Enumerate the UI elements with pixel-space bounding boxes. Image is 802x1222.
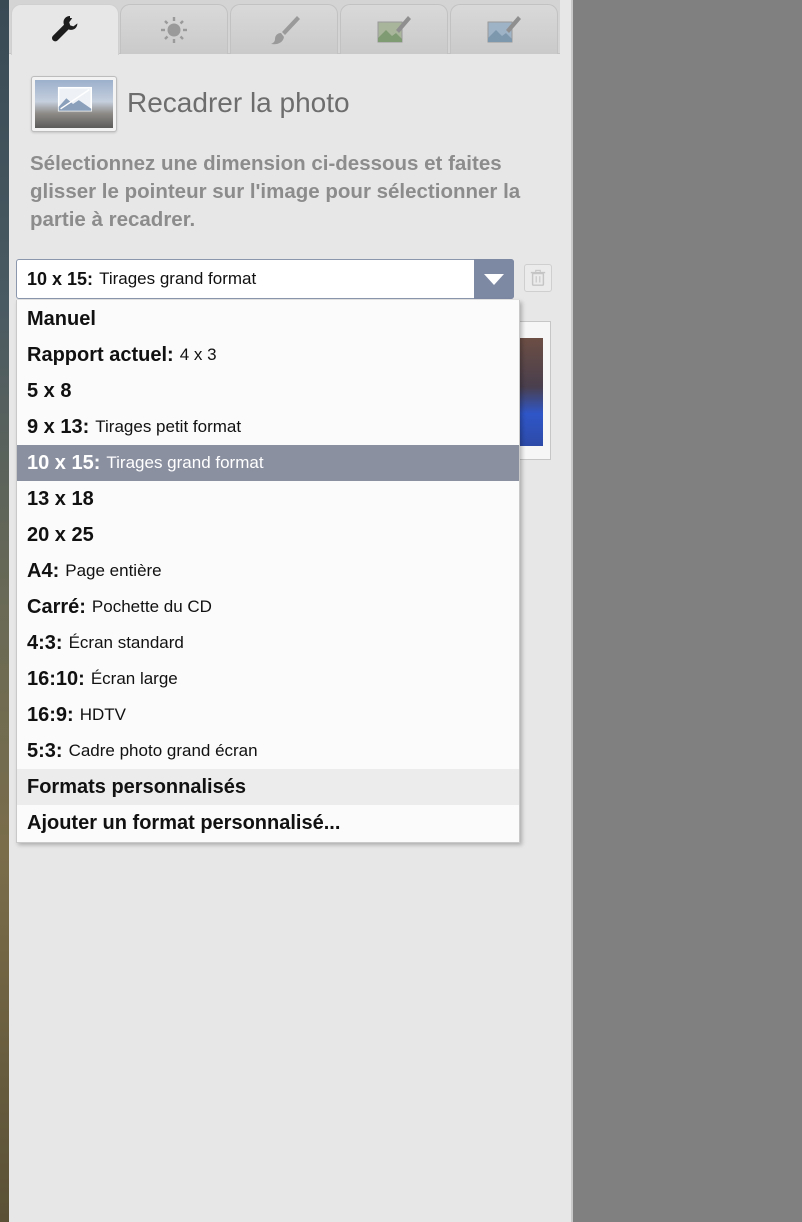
menu-item-20x25[interactable]: 20 x 25 — [17, 517, 519, 553]
crop-size-select[interactable]: 10 x 15: Tirages grand format — [16, 259, 514, 299]
chevron-down-icon — [484, 273, 504, 285]
tab-brush[interactable] — [230, 4, 338, 54]
dropdown-arrow-button[interactable] — [474, 259, 514, 299]
trash-icon — [530, 269, 546, 286]
sun-icon — [161, 16, 187, 43]
brush-icon — [271, 15, 300, 44]
menu-item-16-9[interactable]: 16:9: HDTV — [17, 697, 519, 733]
menu-section-custom-formats: Formats personnalisés — [17, 769, 519, 805]
select-value-bold: 10 x 15: — [27, 268, 94, 289]
menu-item-13x18[interactable]: 13 x 18 — [17, 481, 519, 517]
select-value-desc: Tirages grand format — [99, 269, 257, 288]
menu-item-a4[interactable]: A4: Page entière — [17, 553, 519, 589]
panel-title: Recadrer la photo — [127, 87, 350, 118]
workspace-area — [573, 0, 802, 1222]
tab-effects-blue[interactable] — [450, 4, 558, 54]
tool-tabs — [9, 0, 560, 55]
tab-effects-green[interactable] — [340, 4, 448, 54]
menu-item-16-10[interactable]: 16:10: Écran large — [17, 661, 519, 697]
tab-adjust[interactable] — [11, 4, 119, 55]
photo-thumbnail — [31, 76, 117, 132]
menu-item-10x15[interactable]: 10 x 15: Tirages grand format — [17, 445, 519, 481]
wrench-icon — [52, 16, 78, 42]
menu-item-add-custom-format[interactable]: Ajouter un format personnalisé... — [17, 805, 519, 841]
menu-item-current-ratio[interactable]: Rapport actuel: 4 x 3 — [17, 337, 519, 373]
image-brush-blue-icon — [487, 15, 521, 42]
menu-item-5x8[interactable]: 5 x 8 — [17, 373, 519, 409]
tab-brightness[interactable] — [120, 4, 228, 54]
crop-size-menu: Manuel Rapport actuel: 4 x 3 5 x 8 9 x 13… — [16, 300, 520, 843]
menu-item-5-3[interactable]: 5:3: Cadre photo grand écran — [17, 733, 519, 769]
image-brush-green-icon — [377, 15, 411, 42]
edit-panel: Recadrer la photo Sélectionnez une dimen… — [9, 0, 573, 1222]
background-image-edge — [0, 0, 9, 1222]
menu-item-4-3[interactable]: 4:3: Écran standard — [17, 625, 519, 661]
trash-button[interactable] — [524, 264, 552, 292]
menu-item-manual[interactable]: Manuel — [17, 300, 519, 337]
menu-item-9x13[interactable]: 9 x 13: Tirages petit format — [17, 409, 519, 445]
menu-item-square[interactable]: Carré: Pochette du CD — [17, 589, 519, 625]
instructions-text: Sélectionnez une dimension ci-dessous et… — [30, 152, 521, 231]
